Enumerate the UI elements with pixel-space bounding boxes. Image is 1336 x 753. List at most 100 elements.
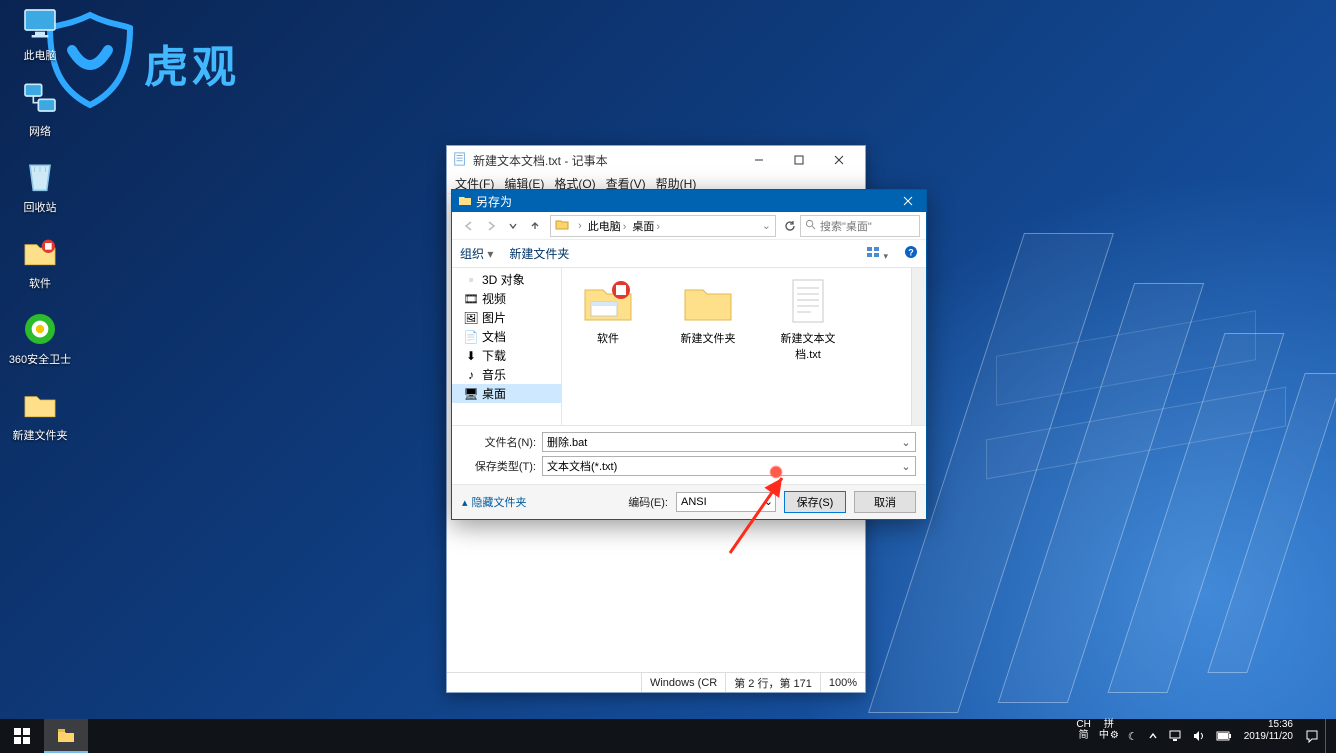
start-button[interactable]: [0, 719, 44, 753]
filetype-label: 保存类型(T):: [462, 458, 542, 474]
network-tray-icon[interactable]: [1164, 719, 1186, 753]
organize-button[interactable]: 组织 ▾: [460, 245, 493, 262]
network-icon: [18, 81, 62, 121]
saveas-bottom-bar: ▴ 隐藏文件夹 编码(E): ANSI ⌄ 保存(S) 取消: [452, 484, 926, 519]
status-lineending: Windows (CR: [641, 673, 725, 692]
night-mode-icon[interactable]: ☾: [1124, 719, 1142, 753]
file-item-new-folder[interactable]: 新建文件夹: [670, 276, 746, 346]
nav-forward-button[interactable]: [480, 215, 502, 237]
folder-software-icon: [581, 276, 635, 326]
system-tray: CH简 拼中⚙ ☾ 15:36 2019/11/20: [1071, 719, 1336, 753]
filename-input[interactable]: 删除.bat ⌄: [542, 432, 916, 452]
file-item-textfile[interactable]: 新建文本文档.txt: [770, 276, 846, 362]
desktop-icon-recycle-bin[interactable]: 回收站: [5, 157, 75, 215]
saveas-field-area: 文件名(N): 删除.bat ⌄ 保存类型(T): 文本文档(*.txt) ⌄: [452, 425, 926, 484]
desktop-icon-this-pc[interactable]: 此电脑: [5, 5, 75, 63]
saveas-address-bar: › 此电脑› 桌面› ⌄ 搜索"桌面": [452, 212, 926, 240]
search-input[interactable]: 搜索"桌面": [800, 215, 920, 237]
encoding-dropdown-icon[interactable]: ⌄: [764, 495, 773, 508]
filetype-select[interactable]: 文本文档(*.txt) ⌄: [542, 456, 916, 476]
saveas-toolbar: 组织 ▾ 新建文件夹 ▾ ?: [452, 240, 926, 268]
encoding-select[interactable]: ANSI ⌄: [676, 492, 776, 512]
desktop-icon: 🖥: [464, 387, 478, 401]
save-button[interactable]: 保存(S): [784, 491, 846, 513]
desktop-icon-label: 新建文件夹: [13, 427, 68, 443]
cancel-button[interactable]: 取消: [854, 491, 916, 513]
help-button[interactable]: ?: [904, 245, 918, 262]
minimize-button[interactable]: [739, 146, 779, 174]
nav-documents[interactable]: 📄文档: [452, 327, 561, 346]
notepad-titlebar[interactable]: 新建文本文档.txt - 记事本: [447, 146, 865, 174]
breadcrumb-this-pc[interactable]: 此电脑›: [586, 218, 629, 234]
desktop-icon-label: 软件: [29, 275, 51, 291]
desktop-icon-label: 回收站: [24, 199, 57, 215]
desktop-icon-new-folder[interactable]: 新建文件夹: [5, 385, 75, 443]
desktop-icon-label: 此电脑: [24, 47, 57, 63]
desktop-icon-label: 360安全卫士: [9, 351, 71, 367]
action-center-icon[interactable]: [1301, 719, 1323, 753]
nav-desktop[interactable]: 🖥桌面: [452, 384, 561, 403]
pictures-icon: 🖼: [464, 311, 478, 325]
nav-pictures[interactable]: 🖼图片: [452, 308, 561, 327]
tray-overflow-icon[interactable]: [1144, 719, 1162, 753]
filetype-dropdown-icon[interactable]: ⌄: [899, 459, 913, 473]
breadcrumb-dropdown-icon[interactable]: ⌄: [762, 219, 771, 232]
saveas-titlebar[interactable]: 另存为: [452, 190, 926, 212]
refresh-button[interactable]: [780, 215, 800, 237]
nav-back-button[interactable]: [458, 215, 480, 237]
status-position: 第 2 行，第 171: [725, 673, 820, 692]
hide-folders-toggle[interactable]: ▴ 隐藏文件夹: [462, 494, 527, 510]
nav-music[interactable]: ♪音乐: [452, 365, 561, 384]
nav-3d-objects[interactable]: ▫️3D 对象: [452, 270, 561, 289]
saveas-nav-tree[interactable]: ▫️3D 对象 🎞视频 🖼图片 📄文档 ⬇下载 ♪音乐 🖥桌面: [452, 268, 562, 425]
filename-dropdown-icon[interactable]: ⌄: [899, 435, 913, 449]
desktop-icon-grid: 此电脑 网络 回收站 软件 360安全卫士 新建文件夹: [5, 5, 75, 443]
breadcrumb-folder-icon: [555, 218, 569, 233]
breadcrumb-desktop[interactable]: 桌面›: [630, 218, 662, 234]
desktop-icon-network[interactable]: 网络: [5, 81, 75, 139]
music-icon: ♪: [464, 368, 478, 382]
chevron-up-icon: ▴: [462, 496, 468, 509]
breadcrumb-root[interactable]: ›: [571, 220, 584, 232]
nav-downloads[interactable]: ⬇下载: [452, 346, 561, 365]
clock-date: 2019/11/20: [1244, 731, 1293, 743]
filename-label: 文件名(N):: [462, 434, 542, 450]
monitor-icon: [18, 5, 62, 45]
volume-tray-icon[interactable]: [1188, 719, 1210, 753]
saveas-body: ▫️3D 对象 🎞视频 🖼图片 📄文档 ⬇下载 ♪音乐 🖥桌面 软件 新建文件夹…: [452, 268, 926, 425]
nav-videos[interactable]: 🎞视频: [452, 289, 561, 308]
file-item-label: 软件: [597, 330, 619, 346]
close-button[interactable]: [819, 146, 859, 174]
search-placeholder: 搜索"桌面": [820, 218, 872, 234]
filename-value: 删除.bat: [547, 434, 587, 450]
downloads-icon: ⬇: [464, 349, 478, 363]
save-as-dialog[interactable]: 另存为 › 此电脑› 桌面› ⌄ 搜索"桌面" 组织 ▾ 新建文件夹 ▾ ?: [451, 189, 927, 520]
desktop-icon-360[interactable]: 360安全卫士: [5, 309, 75, 367]
taskbar-clock[interactable]: 15:36 2019/11/20: [1238, 719, 1299, 753]
maximize-button[interactable]: [779, 146, 819, 174]
nav-up-button[interactable]: [524, 215, 546, 237]
saveas-file-pane[interactable]: 软件 新建文件夹 新建文本文档.txt: [562, 268, 926, 425]
file-item-label: 新建文件夹: [681, 330, 736, 346]
notepad-statusbar: Windows (CR 第 2 行，第 171 100%: [447, 672, 865, 692]
show-desktop-button[interactable]: [1325, 719, 1334, 753]
saveas-folder-icon: [458, 194, 472, 209]
new-folder-button[interactable]: 新建文件夹: [509, 245, 569, 262]
breadcrumb[interactable]: › 此电脑› 桌面› ⌄: [550, 215, 776, 237]
saveas-close-button[interactable]: [890, 190, 926, 212]
desktop-icon-software[interactable]: 软件: [5, 233, 75, 291]
battery-tray-icon[interactable]: [1212, 719, 1236, 753]
saveas-title-text: 另存为: [476, 193, 512, 210]
taskbar[interactable]: CH简 拼中⚙ ☾ 15:36 2019/11/20: [0, 719, 1336, 753]
taskbar-file-explorer[interactable]: [44, 719, 88, 753]
notepad-title-text: 新建文本文档.txt - 记事本: [473, 152, 608, 169]
ime-indicator-2[interactable]: 拼中⚙: [1096, 719, 1122, 753]
ime-indicator-1[interactable]: CH简: [1073, 719, 1093, 753]
textfile-icon: [781, 276, 835, 326]
encoding-label: 编码(E):: [628, 494, 668, 510]
nav-recent-button[interactable]: [502, 215, 524, 237]
search-icon: [805, 219, 816, 233]
file-item-software[interactable]: 软件: [570, 276, 646, 346]
clock-time: 15:36: [1268, 719, 1293, 731]
view-options-button[interactable]: ▾: [866, 245, 888, 262]
